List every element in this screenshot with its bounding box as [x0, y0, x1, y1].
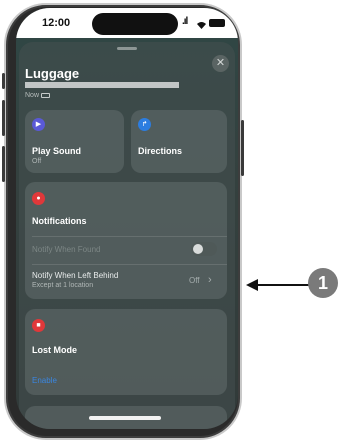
toggle-knob — [193, 244, 203, 254]
sheet-grabber[interactable] — [117, 47, 137, 50]
notify-left-behind-label: Notify When Left Behind — [32, 271, 119, 280]
play-sound-label: Play Sound — [32, 146, 82, 156]
notify-when-found-label: Notify When Found — [32, 245, 101, 254]
notifications-card: ● Notifications Notify When Found Notify… — [25, 182, 227, 299]
item-detail-sheet: ✕ Luggage Now ▶ Play Sound Off ↱ Directi… — [19, 42, 235, 429]
item-title: Luggage — [25, 66, 80, 81]
notify-left-behind-row[interactable]: Notify When Left Behind Except at 1 loca… — [25, 265, 227, 297]
play-sound-card[interactable]: ▶ Play Sound Off — [25, 110, 124, 173]
directions-label: Directions — [138, 146, 183, 156]
last-seen-label: Now — [25, 92, 40, 99]
action-button — [2, 73, 5, 89]
home-indicator[interactable] — [89, 416, 161, 420]
directions-card[interactable]: ↱ Directions — [131, 110, 227, 173]
wifi-icon — [196, 17, 207, 35]
divider — [32, 236, 227, 237]
address-bar-redacted — [25, 82, 179, 88]
bell-icon: ● — [32, 192, 45, 205]
battery-level-icon — [41, 93, 50, 98]
volume-up-button — [2, 100, 5, 136]
battery-icon — [209, 19, 225, 27]
volume-down-button — [2, 146, 5, 182]
signal-icon: .ıl — [182, 16, 188, 27]
callout-arrow-line — [256, 284, 311, 286]
play-sound-status: Off — [32, 158, 42, 165]
status-bar: 12:00 .ıl — [16, 8, 238, 38]
power-button — [241, 120, 244, 176]
dynamic-island — [92, 13, 178, 35]
enable-lost-mode-link[interactable]: Enable — [32, 376, 57, 385]
notify-left-behind-detail: Except at 1 location — [32, 282, 94, 289]
phone-screen: 12:00 .ıl ✕ Luggage Now ▶ Play Sound Off… — [16, 8, 238, 429]
play-icon: ▶ — [32, 118, 45, 131]
lost-mode-card: ■ Lost Mode Enable — [25, 309, 227, 395]
notifications-heading: Notifications — [32, 216, 87, 226]
directions-icon: ↱ — [138, 118, 151, 131]
status-time: 12:00 — [42, 17, 71, 29]
callout-badge: 1 — [308, 268, 338, 298]
close-button[interactable]: ✕ — [212, 55, 229, 72]
lock-icon: ■ — [32, 319, 45, 332]
notify-left-behind-value: Off — [189, 276, 200, 285]
chevron-right-icon: › — [208, 274, 212, 286]
notify-when-found-toggle[interactable] — [191, 242, 217, 256]
lost-mode-heading: Lost Mode — [32, 345, 77, 355]
